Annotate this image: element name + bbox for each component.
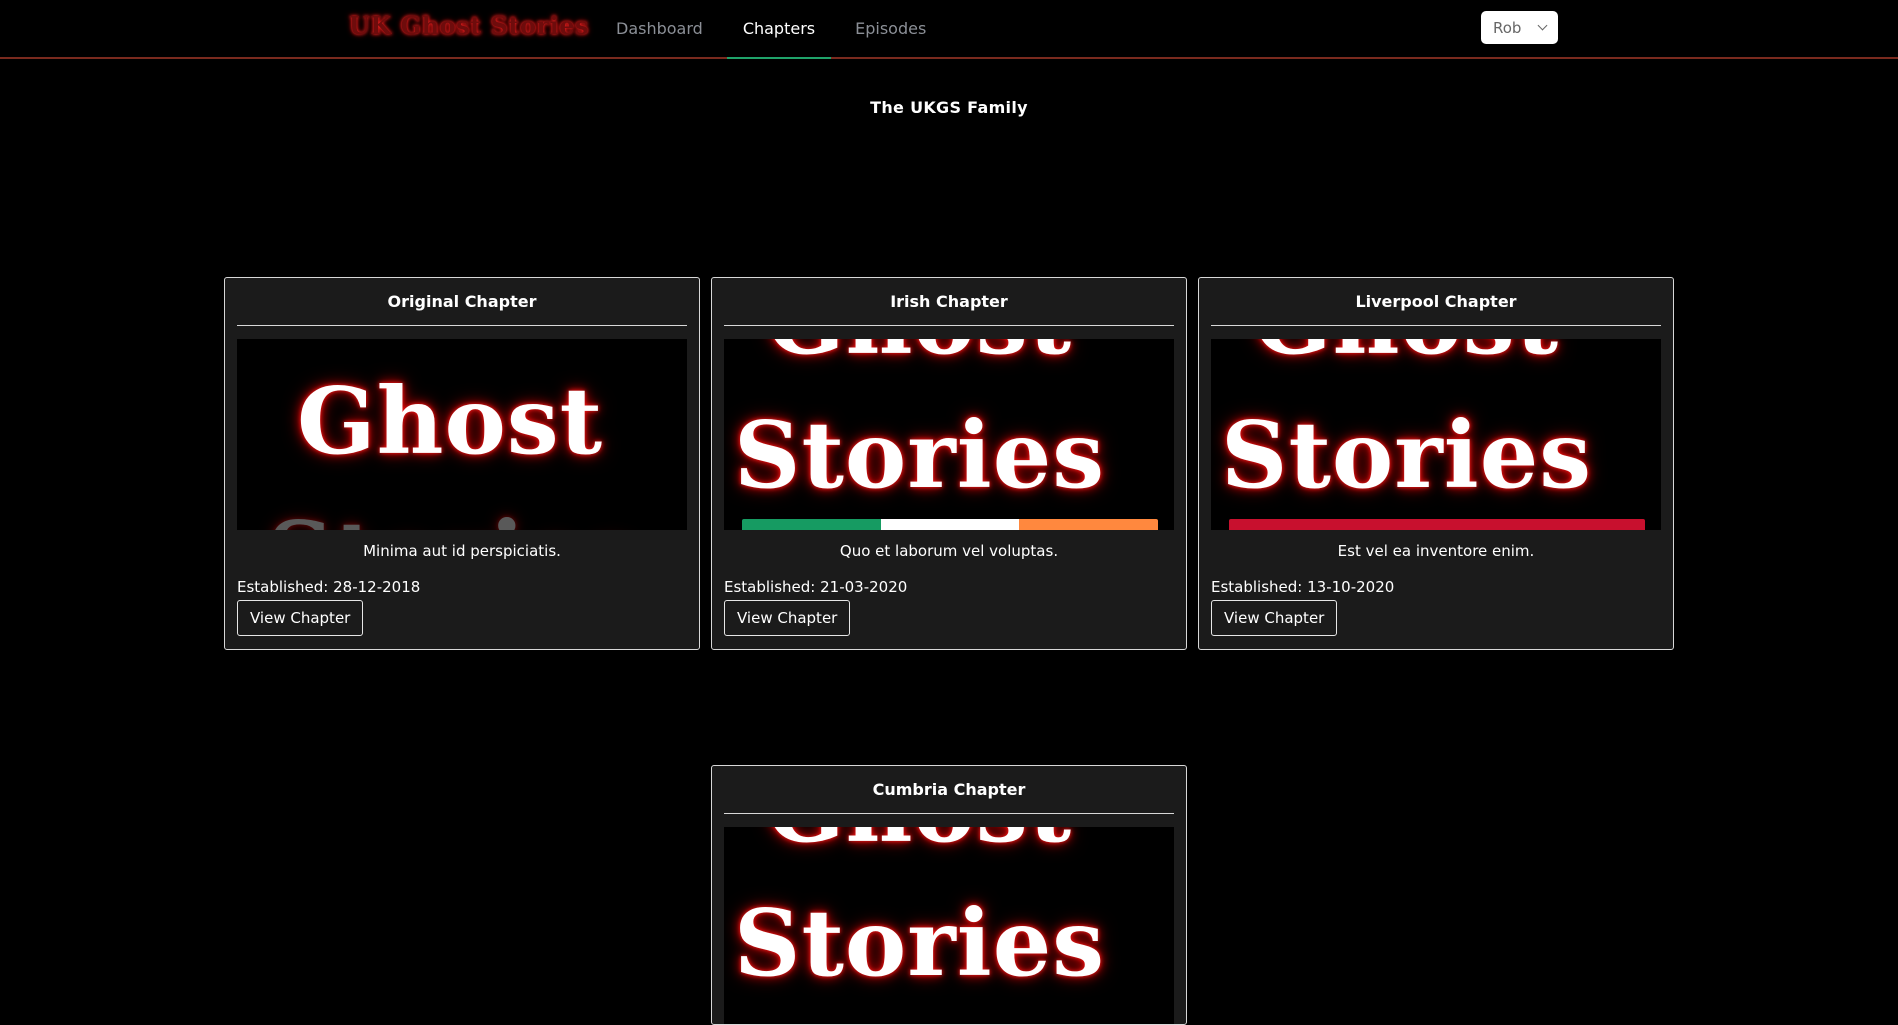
logo-word-stories: Stories (734, 889, 1106, 997)
chapter-card-cumbria: Cumbria Chapter Ghost Stories (711, 765, 1187, 1025)
logo-word-ghost: Ghost (766, 827, 1072, 863)
chapter-logo-image: Ghost Stories (1211, 339, 1661, 530)
logo-word-ghost: Ghost (1253, 339, 1559, 375)
chapter-logo-image: Ghost Stories (724, 339, 1174, 530)
chapter-established: Established: 28-12-2018 (237, 578, 421, 596)
chapter-card-liverpool: Liverpool Chapter Ghost Stories Est vel … (1198, 277, 1674, 650)
logo-word-stories: Stories (1221, 401, 1593, 509)
chapter-title: Liverpool Chapter (1211, 292, 1661, 326)
logo-word-stories: Stories (734, 401, 1106, 509)
top-navbar: UK Ghost Stories Dashboard Chapters Epis… (0, 0, 1898, 59)
chapter-established: Established: 21-03-2020 (724, 578, 908, 596)
chapter-description: Quo et laborum vel voluptas. (839, 542, 1059, 560)
chapter-description: Est vel ea inventore enim. (1337, 542, 1535, 560)
chevron-down-icon (1537, 20, 1548, 31)
chapter-card-irish: Irish Chapter Ghost Stories Quo et labor… (711, 277, 1187, 650)
chapter-logo-image: Ghost Stories (724, 827, 1174, 1024)
brand-logo[interactable]: UK Ghost Stories (349, 11, 589, 40)
nav-links: Dashboard Chapters Episodes (600, 0, 950, 59)
page-title: The UKGS Family (870, 98, 1028, 117)
nav-chapters-link[interactable]: Chapters (726, 0, 832, 59)
user-name: Rob (1493, 18, 1522, 37)
irish-flag-stripe (742, 519, 1158, 530)
logo-word-ghost: Ghost (766, 339, 1072, 375)
chapter-card-original: Original Chapter Ghost Stories Minima au… (224, 277, 700, 650)
liverpool-red-stripe (1229, 519, 1645, 530)
nav-episodes-link[interactable]: Episodes (839, 0, 942, 59)
logo-word-stories: Stories (267, 501, 638, 530)
nav-dashboard-link[interactable]: Dashboard (600, 0, 719, 59)
view-chapter-button[interactable]: View Chapter (237, 600, 364, 636)
chapter-title: Cumbria Chapter (724, 780, 1174, 814)
logo-word-ghost: Ghost (297, 367, 604, 475)
view-chapter-button[interactable]: View Chapter (1211, 600, 1338, 636)
view-chapter-button[interactable]: View Chapter (724, 600, 851, 636)
chapter-established: Established: 13-10-2020 (1211, 578, 1395, 596)
chapter-title: Original Chapter (237, 292, 687, 326)
chapter-logo-image: Ghost Stories (237, 339, 687, 530)
chapter-description: Minima aut id perspiciatis. (363, 542, 561, 560)
user-menu-button[interactable]: Rob (1481, 11, 1558, 44)
chapter-title: Irish Chapter (724, 292, 1174, 326)
